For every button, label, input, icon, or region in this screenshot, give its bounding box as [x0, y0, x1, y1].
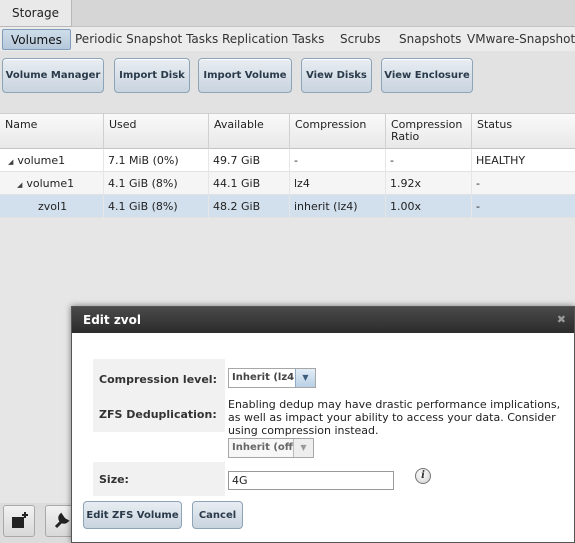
header-used[interactable]: Used	[104, 114, 209, 149]
cell-available: 44.1 GiB	[209, 172, 290, 195]
compression-level-select[interactable]: Inherit (lz4) ▼	[228, 368, 316, 388]
header-compression-ratio[interactable]: Compression Ratio	[386, 114, 472, 149]
cell-compression: inherit (lz4)	[290, 195, 386, 218]
import-volume-button[interactable]: Import Volume	[198, 58, 292, 93]
cell-ratio: 1.92x	[386, 172, 472, 195]
dedup-select[interactable]: Inherit (off) ▼	[228, 438, 314, 458]
chevron-down-icon[interactable]: ▼	[295, 369, 315, 387]
expand-triangle-icon[interactable]: ◢	[8, 158, 13, 166]
cell-used: 4.1 GiB (8%)	[104, 195, 209, 218]
cancel-button[interactable]: Cancel	[192, 501, 243, 529]
subtab-snapshots[interactable]: Snapshots	[399, 29, 461, 50]
cell-used: 4.1 GiB (8%)	[104, 172, 209, 195]
size-label: Size:	[93, 462, 225, 496]
subtab-vmware-snapshot[interactable]: VMware-Snapshot	[467, 29, 575, 50]
subtab-scrubs[interactable]: Scrubs	[340, 29, 381, 50]
subtab-replication-tasks[interactable]: Replication Tasks	[222, 29, 324, 50]
volume-toolbar: Volume Manager Import Disk Import Volume…	[0, 51, 575, 114]
cell-status: -	[476, 177, 480, 190]
row-name-text: volume1	[17, 154, 66, 167]
cell-available: 48.2 GiB	[209, 195, 290, 218]
dedup-value: Inherit (off)	[232, 442, 298, 453]
dialog-title: Edit zvol	[83, 313, 141, 327]
volume-plus-icon	[12, 512, 28, 528]
subtab-volumes[interactable]: Volumes	[2, 29, 71, 50]
header-available[interactable]: Available	[209, 114, 290, 149]
cell-status: HEALTHY	[476, 154, 526, 167]
subtab-periodic-snapshot-tasks[interactable]: Periodic Snapshot Tasks	[75, 29, 218, 50]
table-row[interactable]: zvol1 4.1 GiB (8%) 48.2 GiB inherit (lz4…	[0, 195, 575, 218]
cell-name: zvol1	[0, 195, 104, 218]
edit-zvol-dialog: Edit zvol ✖ Compression level: Inherit (…	[71, 306, 575, 543]
cell-available: 49.7 GiB	[209, 149, 290, 172]
edit-zfs-volume-button[interactable]: Edit ZFS Volume	[83, 501, 182, 529]
create-zvol-icon[interactable]	[3, 505, 35, 537]
cell-compression: -	[290, 149, 386, 172]
dialog-title-bar: Edit zvol ✖	[72, 307, 574, 333]
cell-compression: lz4	[290, 172, 386, 195]
chevron-down-icon[interactable]: ▼	[293, 439, 313, 457]
header-status[interactable]: Status	[472, 114, 575, 149]
expand-triangle-icon[interactable]: ◢	[17, 181, 22, 189]
dedup-help-text: Enabling dedup may have drastic performa…	[228, 398, 561, 437]
compression-level-label: Compression level:	[93, 359, 225, 399]
zfs-deduplication-label: ZFS Deduplication:	[93, 397, 225, 432]
tab-storage[interactable]: Storage	[0, 0, 72, 27]
cell-name: ◢ volume1	[0, 149, 104, 172]
row-name-text: volume1	[26, 177, 75, 190]
size-input[interactable]: 4G	[228, 471, 394, 490]
cell-ratio: -	[386, 149, 472, 172]
header-name[interactable]: Name	[0, 114, 104, 149]
info-icon[interactable]: i	[415, 468, 431, 484]
header-compression[interactable]: Compression	[290, 114, 386, 149]
view-enclosure-button[interactable]: View Enclosure	[381, 58, 473, 93]
top-tab-strip: Storage	[0, 0, 575, 27]
compression-level-value: Inherit (lz4)	[232, 372, 299, 383]
table-row[interactable]: ◢ volume1 7.1 MiB (0%) 49.7 GiB - - HEALT…	[0, 149, 575, 172]
cell-ratio: 1.00x	[386, 195, 472, 218]
table-row[interactable]: ◢ volume1 4.1 GiB (8%) 44.1 GiB lz4 1.92x…	[0, 172, 575, 195]
cell-name: ◢ volume1	[0, 172, 104, 195]
cell-used: 7.1 MiB (0%)	[104, 149, 209, 172]
grid-header: Name Used Available Compression Compress…	[0, 114, 575, 149]
subtab-bar: Volumes Periodic Snapshot Tasks Replicat…	[0, 27, 575, 51]
close-icon[interactable]: ✖	[557, 307, 566, 333]
volume-manager-button[interactable]: Volume Manager	[2, 58, 104, 93]
cell-status: -	[476, 200, 480, 213]
view-disks-button[interactable]: View Disks	[301, 58, 372, 93]
volume-grid: Name Used Available Compression Compress…	[0, 114, 575, 218]
import-disk-button[interactable]: Import Disk	[114, 58, 190, 93]
